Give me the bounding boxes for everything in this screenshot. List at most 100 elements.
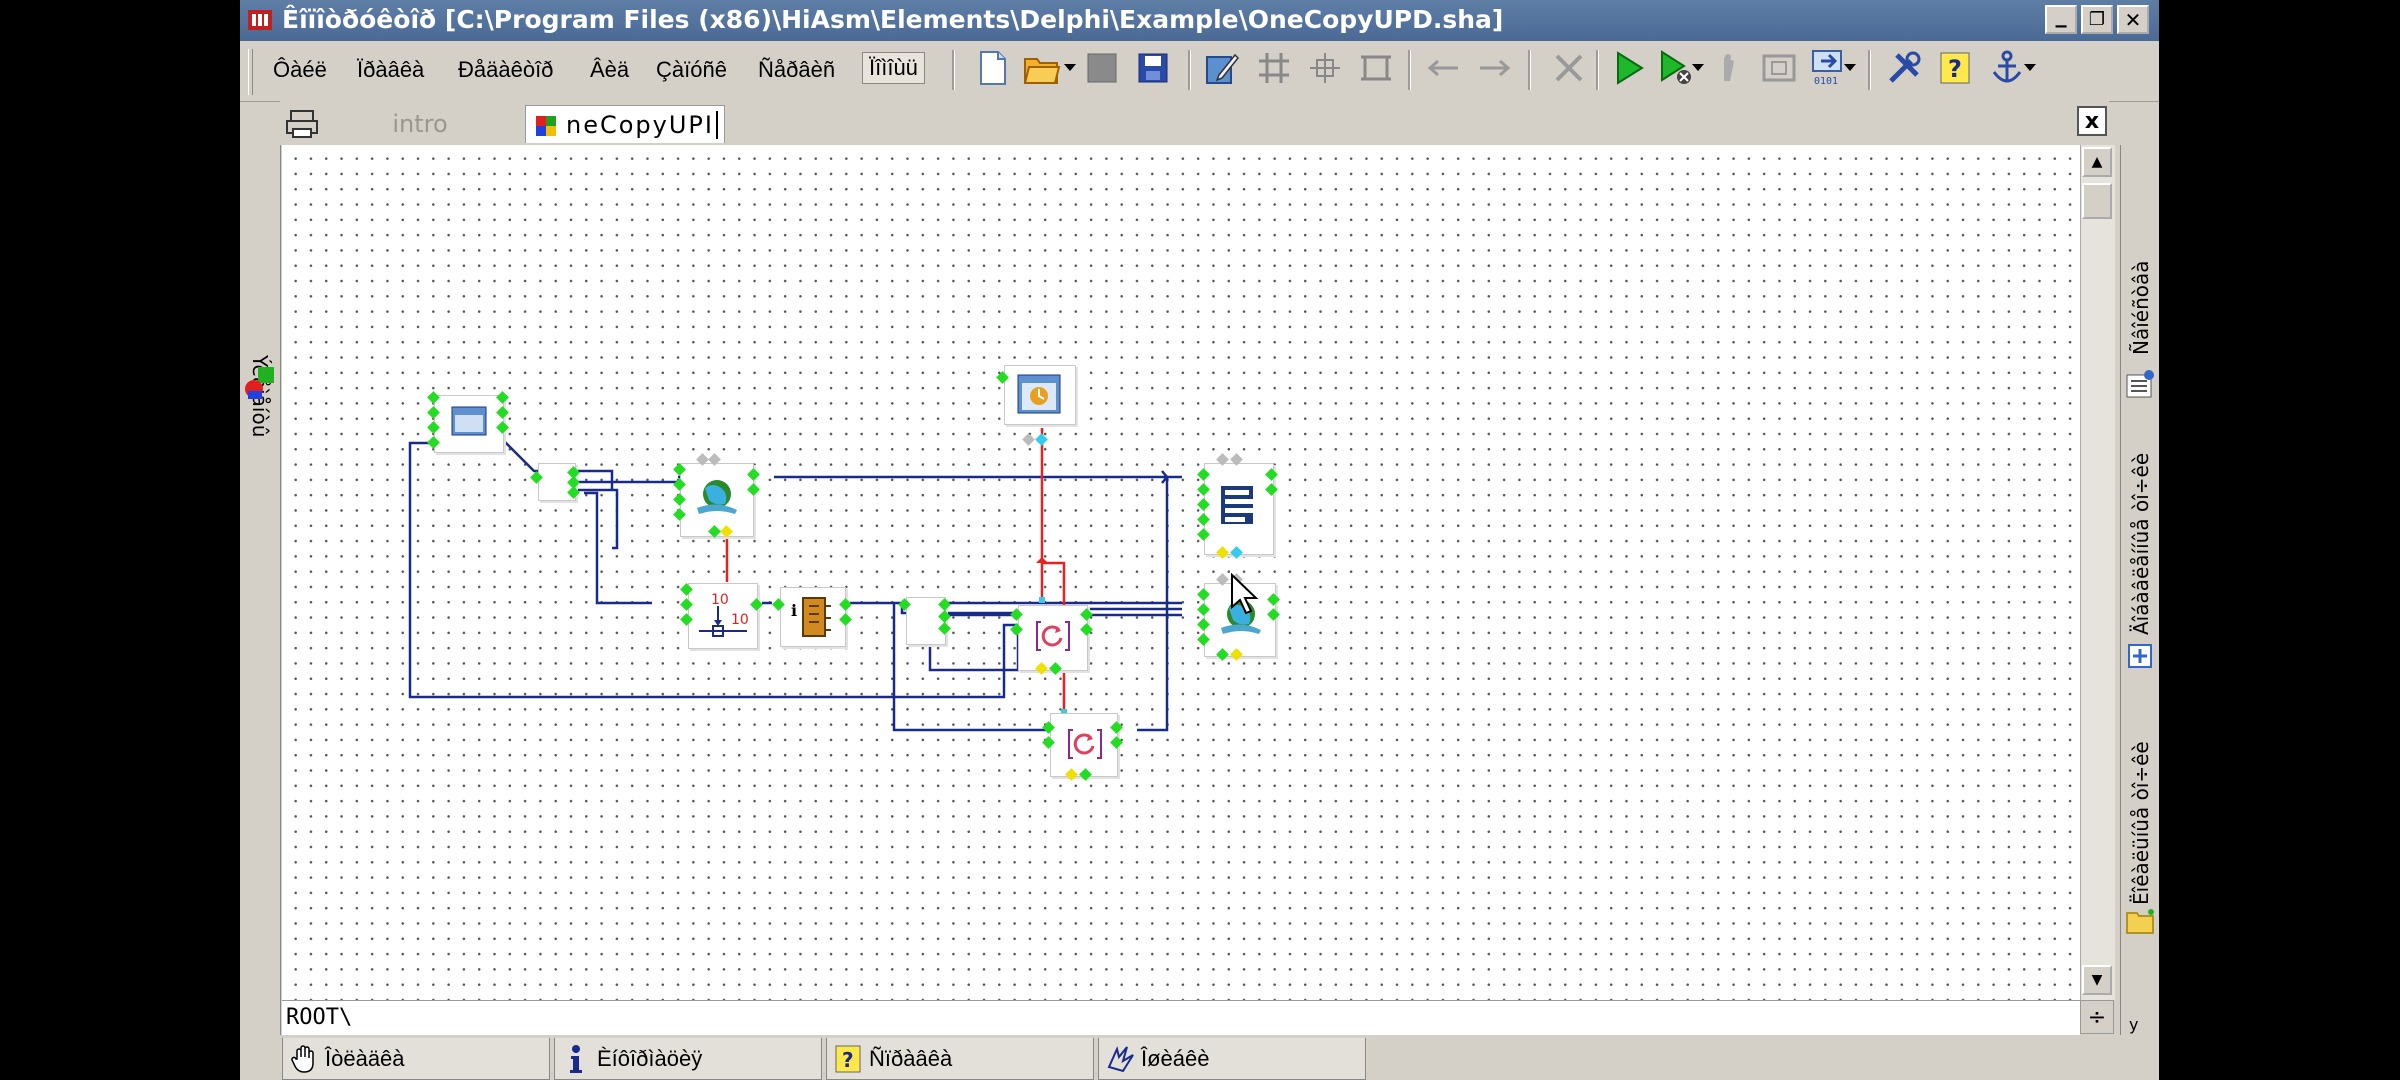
tab-information-label: Èíôîðìàöèÿ	[597, 1045, 703, 1071]
error-icon	[1107, 1045, 1134, 1072]
tab-debug[interactable]: Îòëàäêà	[282, 1038, 550, 1080]
disk-icon	[1087, 53, 1117, 83]
text-block-element[interactable]	[1204, 463, 1274, 555]
dropdown-arrow-icon	[1064, 64, 1076, 71]
anchor-icon	[1992, 50, 2022, 83]
menu-help[interactable]: Ïîìîùü	[862, 52, 925, 84]
local-points-panel-tab[interactable]: Ëîêàëüíûå òî÷êè	[2129, 741, 2153, 905]
menu-service[interactable]: Ñåðâèñ	[758, 57, 835, 83]
tab-information[interactable]: Èíôîðìàöèÿ	[554, 1038, 822, 1080]
properties-panel-tab[interactable]: Ñâîéñòâà	[2129, 260, 2153, 355]
restore-button[interactable]: ❐	[2081, 5, 2113, 34]
svg-text:?: ?	[842, 1048, 854, 1072]
step-icon	[1724, 54, 1734, 81]
svg-text:10: 10	[731, 612, 749, 628]
loop-element[interactable]	[1018, 605, 1088, 671]
scroll-thumb[interactable]	[2082, 183, 2112, 219]
new-file-button[interactable]	[974, 47, 1012, 89]
svg-text:i: i	[791, 601, 797, 620]
scroll-up-button[interactable]: ▲	[2082, 147, 2112, 177]
close-button[interactable]: ✕	[2117, 5, 2149, 34]
toolbar-separator	[1188, 50, 1191, 90]
tab-list-button[interactable]	[285, 105, 325, 143]
stop-icon	[1762, 54, 1796, 82]
tools-button[interactable]	[1885, 47, 1923, 89]
window-form-icon	[451, 406, 487, 436]
info-element[interactable]: i	[780, 587, 846, 647]
tab-help[interactable]: ? Ñïðàâêà	[826, 1038, 1094, 1080]
help-button[interactable]: ?	[1936, 47, 1974, 89]
close-tab-button[interactable]: x	[2077, 106, 2107, 136]
split-icon: ÷	[2087, 1004, 2107, 1030]
elements-panel[interactable]: Ýëåìåíòû	[240, 145, 281, 1035]
tab-intro[interactable]: intro	[340, 105, 500, 143]
align-button[interactable]	[1306, 47, 1344, 89]
minimize-button[interactable]: ▁	[2045, 5, 2077, 34]
back-button[interactable]	[1424, 47, 1462, 89]
tab-errors[interactable]: Îøèáêè	[1098, 1038, 1366, 1080]
tab-help-label: Ñïðàâêà	[869, 1045, 953, 1071]
frame-button[interactable]	[1357, 47, 1395, 89]
timer-element[interactable]	[1004, 365, 1076, 425]
menu-editor[interactable]: Ðåäàêòîð	[458, 57, 553, 83]
text-block-icon	[1221, 486, 1255, 524]
toolbar-separator	[1408, 50, 1411, 90]
vertical-scrollbar[interactable]: ▲ ▼	[2080, 145, 2115, 1000]
scroll-down-button[interactable]: ▼	[2082, 965, 2112, 995]
step-button[interactable]	[1710, 47, 1748, 89]
mouse-cursor-icon	[1231, 573, 1259, 615]
stop-button[interactable]	[1760, 47, 1798, 89]
scheme-canvas[interactable]: 10 10 i	[282, 145, 2092, 1000]
delete-button[interactable]	[1550, 47, 1588, 89]
help-icon: ?	[835, 1045, 861, 1072]
bottom-panel-tabs: Îòëàäêà Èíôîðìàöèÿ ? Ñïðàâêà Îøèáêè	[280, 1038, 2120, 1080]
tab-onecopyupd-label: neCopyUPI	[566, 110, 714, 139]
menu-run[interactable]: Çàïóñê	[656, 57, 727, 83]
tab-onecopyupd[interactable]: neCopyUPI	[525, 105, 725, 143]
folder-icon	[2126, 909, 2154, 934]
menu-file[interactable]: Ôàéë	[273, 57, 327, 83]
elements-icon	[245, 367, 274, 399]
toolbar-separator	[1868, 50, 1871, 90]
grip[interactable]	[248, 49, 253, 95]
disk-button[interactable]	[1083, 47, 1121, 89]
svg-text:0101: 0101	[1814, 76, 1838, 87]
tab-intro-label: intro	[392, 110, 448, 138]
document-tabs: intro neCopyUPI	[280, 101, 2109, 145]
open-dropdown[interactable]	[1060, 47, 1080, 89]
toolbar-separator	[952, 50, 955, 90]
compile-dropdown[interactable]	[1840, 47, 1860, 89]
open-button[interactable]	[1023, 47, 1061, 89]
grid-icon	[1259, 53, 1289, 83]
hand-icon	[291, 1044, 314, 1073]
forward-button[interactable]	[1476, 47, 1514, 89]
dropdown-arrow-icon	[1692, 64, 1704, 71]
form-element[interactable]	[434, 395, 504, 453]
menu-edit[interactable]: Ïðàâêà	[357, 57, 424, 83]
svg-text:?: ?	[1948, 55, 1962, 83]
window-title: Êîïîòðóêòîð [C:\Program Files (x86)\HiAs…	[282, 5, 1504, 34]
arrow-right-icon	[1480, 59, 1511, 77]
timer-icon	[1017, 374, 1061, 414]
loop-icon	[1068, 729, 1102, 759]
counter-element[interactable]: 10 10	[688, 583, 758, 649]
added-points-panel-tab[interactable]: Äîáàâëåííûå òî÷êè	[2129, 453, 2153, 635]
run-button[interactable]	[1610, 47, 1648, 89]
run-dropdown[interactable]	[1688, 47, 1708, 89]
edit-button[interactable]	[1203, 47, 1241, 89]
tab-errors-label: Îøèáêè	[1141, 1045, 1210, 1071]
split-button[interactable]: ÷	[2080, 1000, 2114, 1034]
anchor-dropdown[interactable]	[2020, 47, 2040, 89]
title-bar[interactable]: Êîïîòðóêòîð [C:\Program Files (x86)\HiAs…	[240, 0, 2159, 41]
app-window: Êîïîòðóêòîð [C:\Program Files (x86)\HiAs…	[240, 0, 2159, 1080]
menu-view[interactable]: Âèä	[590, 57, 629, 83]
svg-text:10: 10	[711, 592, 729, 608]
save-button[interactable]	[1134, 47, 1172, 89]
new-file-icon	[980, 51, 1006, 85]
counter-icon: 1010	[699, 592, 749, 637]
panel-pin-icon[interactable]: y	[2129, 1015, 2138, 1034]
network-element[interactable]	[680, 463, 754, 537]
loop-element-2[interactable]	[1050, 713, 1118, 777]
grid-button[interactable]	[1255, 47, 1293, 89]
open-folder-icon	[1023, 58, 1061, 84]
